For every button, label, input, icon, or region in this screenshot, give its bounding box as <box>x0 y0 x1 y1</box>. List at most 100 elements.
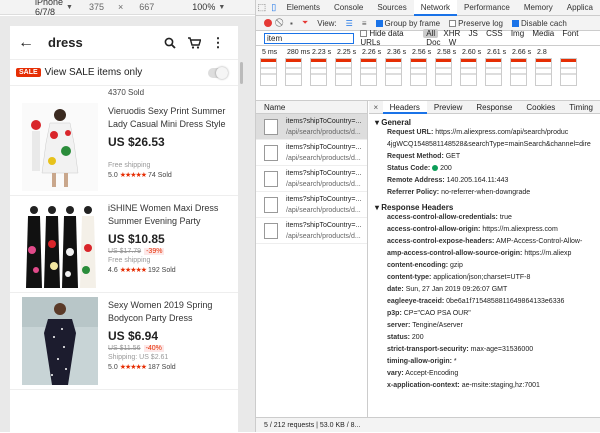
tab-network[interactable]: Network <box>413 0 458 16</box>
tab-sources[interactable]: Sources <box>370 0 413 16</box>
product-image[interactable] <box>22 103 98 191</box>
screenshot-thumbnail[interactable] <box>560 58 577 86</box>
scrollbar-thumb[interactable] <box>240 62 243 84</box>
list-view-icon[interactable]: ☰ <box>346 19 353 28</box>
product-title[interactable]: iSHINE Women Maxi Dress Summer Evening P… <box>108 202 233 229</box>
product-original-price <box>108 151 233 160</box>
screenshot-thumbnail[interactable] <box>460 58 477 86</box>
device-toggle-icon[interactable]: ▯ <box>268 2 280 13</box>
product-title[interactable]: Sexy Women 2019 Spring Bodycon Party Dre… <box>108 299 233 326</box>
request-path: /api/search/products/d... <box>286 206 361 214</box>
preserve-log-checkbox[interactable]: Preserve log <box>449 19 503 28</box>
request-row[interactable]: items?shipToCountry=... /api/search/produ… <box>256 166 367 192</box>
product-card[interactable]: Vieruodis Sexy Print Summer Lady Casual … <box>10 99 238 196</box>
header-value: 140.205.164.11:443 <box>446 177 509 184</box>
filter-css[interactable]: CSS <box>483 29 505 38</box>
request-path: /api/search/products/d... <box>286 128 361 136</box>
screenshot-thumbnail[interactable] <box>335 58 352 86</box>
cart-icon[interactable] <box>182 36 206 49</box>
tab-response[interactable]: Response <box>469 101 519 114</box>
name-column-header[interactable]: Name <box>256 101 367 114</box>
tab-performance[interactable]: Performance <box>457 0 517 16</box>
tab-console[interactable]: Console <box>327 0 370 16</box>
tab-memory[interactable]: Memory <box>517 0 560 16</box>
header-key: access-control-expose-headers: <box>387 238 495 245</box>
waterfall-view-icon[interactable]: ≡ <box>362 19 367 28</box>
screenshot-thumbnail[interactable] <box>385 58 402 86</box>
screenshot-thumbnail[interactable] <box>410 58 427 86</box>
disable-cache-checkbox[interactable]: Disable cach <box>512 19 567 28</box>
response-headers-section-header[interactable]: ▾ Response Headers <box>369 199 600 212</box>
filter-media[interactable]: Media <box>529 29 557 38</box>
tab-preview[interactable]: Preview <box>427 101 469 114</box>
timeline-label: 2.66 s <box>512 48 532 56</box>
tab-cookies[interactable]: Cookies <box>519 101 562 114</box>
filter-js[interactable]: JS <box>466 29 481 38</box>
general-section-header[interactable]: ▾ General <box>369 114 600 127</box>
product-shipping: Shipping: US $2.61 <box>108 354 169 361</box>
product-title[interactable]: Vieruodis Sexy Print Summer Lady Casual … <box>108 105 233 132</box>
sold-count: 187 Sold <box>148 364 176 371</box>
close-icon[interactable]: × <box>369 103 383 112</box>
camera-icon[interactable]: ▪ <box>290 19 293 28</box>
inspect-icon[interactable]: ⬚ <box>256 2 268 13</box>
chevron-down-icon[interactable]: ▼ <box>66 4 73 11</box>
header-value: AMP-Access-Control-Allow- <box>495 238 583 245</box>
request-row[interactable]: items?shipToCountry=... /api/search/produ… <box>256 218 367 244</box>
checkbox-unchecked <box>360 30 368 38</box>
screenshot-thumbnail[interactable] <box>435 58 452 86</box>
app-header: ← dress ⋮ <box>10 26 238 60</box>
screenshot-thumbnail[interactable] <box>310 58 327 86</box>
timeline-label: 2.58 s <box>437 48 457 56</box>
filter-font[interactable]: Font <box>559 29 581 38</box>
product-card[interactable]: iSHINE Women Maxi Dress Summer Evening P… <box>10 196 238 293</box>
product-shipping: Free shipping <box>108 162 151 169</box>
filter-input[interactable]: item <box>264 32 355 44</box>
product-image[interactable] <box>22 200 98 288</box>
request-detail-pane: × Headers Preview Response Cookies Timin… <box>369 101 600 417</box>
tab-headers[interactable]: Headers <box>382 101 427 114</box>
tab-elements[interactable]: Elements <box>280 0 327 16</box>
back-arrow-icon[interactable]: ← <box>18 34 38 52</box>
request-row[interactable]: items?shipToCountry=... /api/search/produ… <box>256 114 367 140</box>
tab-timing[interactable]: Timing <box>562 101 600 114</box>
header-key: eagleeye-traceid: <box>387 298 445 305</box>
tab-application[interactable]: Applica <box>560 0 600 16</box>
filter-img[interactable]: Img <box>508 29 527 38</box>
product-rating: 4.6 ★★★★★ 192 Sold <box>108 266 233 274</box>
width-input[interactable]: 375 <box>89 2 104 12</box>
more-menu-icon[interactable]: ⋮ <box>206 35 230 51</box>
group-by-frame-checkbox[interactable]: Group by frame <box>375 19 440 28</box>
search-icon[interactable] <box>158 37 182 49</box>
screenshot-thumbnail[interactable] <box>260 58 277 86</box>
sold-count: 192 Sold <box>148 267 176 274</box>
filter-icon[interactable]: ⏷ <box>302 18 308 28</box>
product-image[interactable] <box>22 297 98 385</box>
hide-data-urls-checkbox[interactable]: Hide data URLs <box>360 29 419 47</box>
record-icon[interactable] <box>264 19 272 27</box>
filter-all[interactable]: All <box>423 29 439 38</box>
dress-image <box>22 103 98 191</box>
zoom-select[interactable]: 100% <box>192 2 215 12</box>
screenshot-thumbnail[interactable] <box>535 58 552 86</box>
sale-badge: SALE <box>16 68 41 77</box>
sale-toggle[interactable] <box>208 66 228 79</box>
screenshot-thumbnail[interactable] <box>360 58 377 86</box>
filter-xhr[interactable]: XHR <box>440 29 463 38</box>
scrollbar[interactable] <box>238 26 244 432</box>
request-url: items?shipToCountry=... <box>286 143 362 151</box>
search-query[interactable]: dress <box>48 35 158 50</box>
product-card[interactable]: Sexy Women 2019 Spring Bodycon Party Dre… <box>10 293 238 390</box>
request-row[interactable]: items?shipToCountry=... /api/search/produ… <box>256 140 367 166</box>
height-input[interactable]: 667 <box>139 2 154 12</box>
chevron-down-icon[interactable]: ▼ <box>218 4 225 11</box>
header-key: vary: <box>387 370 404 377</box>
screenshot-thumbnail[interactable] <box>510 58 527 86</box>
device-select[interactable]: iPhone 6/7/8 <box>35 0 63 17</box>
header-key: x-application-context: <box>387 382 460 389</box>
request-row[interactable]: items?shipToCountry=... /api/search/produ… <box>256 192 367 218</box>
screenshot-timeline[interactable]: 5 ms 280 ms 2.23 s 2.25 s 2.26 s 2.36 s … <box>256 46 600 101</box>
screenshot-thumbnail[interactable] <box>485 58 502 86</box>
phone-screen: ← dress ⋮ SALE View SALE items only 4370… <box>10 26 238 432</box>
screenshot-thumbnail[interactable] <box>285 58 302 86</box>
